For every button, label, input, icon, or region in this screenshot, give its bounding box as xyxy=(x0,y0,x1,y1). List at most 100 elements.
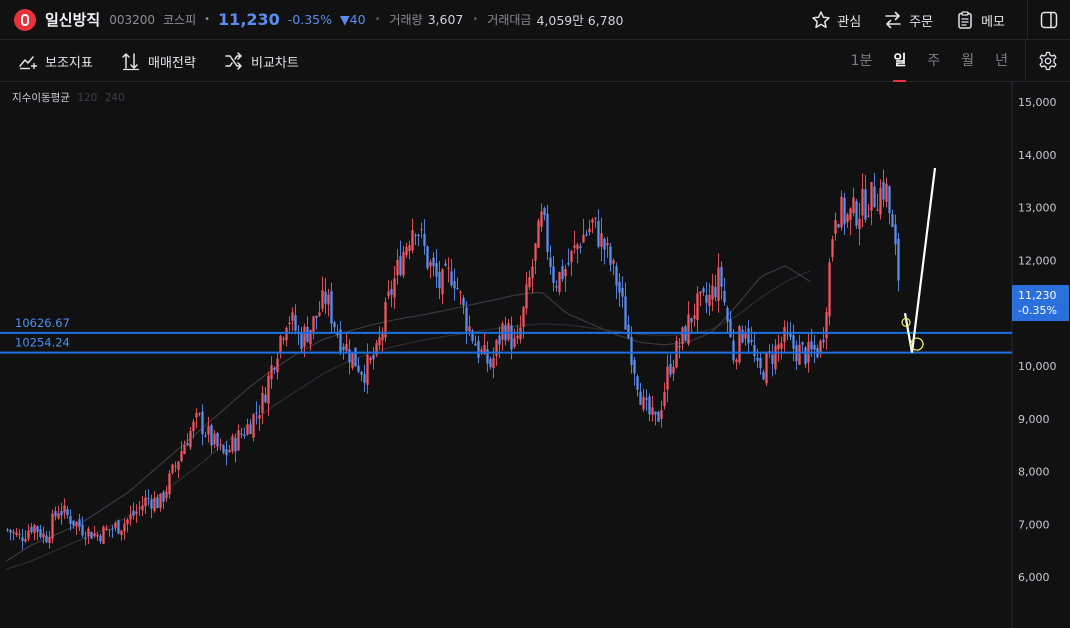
star-icon xyxy=(812,11,830,29)
candle-body xyxy=(15,532,18,535)
candle-body xyxy=(783,327,786,342)
candle-body xyxy=(573,245,576,248)
candle-body xyxy=(264,394,267,403)
memo-button[interactable]: 메모 xyxy=(955,10,1005,30)
price-tag-layer: 11,230 -0.35% xyxy=(1012,285,1069,322)
candle-body xyxy=(474,343,477,346)
candle-body xyxy=(855,201,858,226)
change-diff: ▼40 xyxy=(340,12,366,27)
candle-body xyxy=(363,374,366,383)
candle-body xyxy=(681,327,684,344)
candle-body xyxy=(405,246,408,256)
candle-body xyxy=(192,421,195,432)
chart-toolbar: 보조지표 매매전략 비교차트 1분 일 주 월 년 xyxy=(0,40,1070,82)
candle-body xyxy=(657,412,660,422)
candle-body xyxy=(828,262,831,317)
candle-body xyxy=(78,519,81,527)
candle-body xyxy=(453,281,456,289)
candle-body xyxy=(429,262,432,267)
candle-body xyxy=(645,398,648,400)
candle-body xyxy=(771,354,774,364)
tab-year[interactable]: 년 xyxy=(995,40,1008,82)
tab-week[interactable]: 주 xyxy=(927,40,940,82)
candle-body xyxy=(618,281,621,293)
candle-body xyxy=(63,505,66,513)
strategy-button[interactable]: 매매전략 xyxy=(121,40,196,82)
candle-body xyxy=(252,414,255,438)
candle-body xyxy=(438,272,441,289)
amount-value: 4,059만 6,780 xyxy=(536,13,624,28)
candle-body xyxy=(150,499,153,509)
tab-month[interactable]: 월 xyxy=(961,40,974,82)
horizontal-line-label: 10254.24 xyxy=(15,336,70,350)
header-actions: 관심 주문 메모 xyxy=(811,0,1070,40)
candle-body xyxy=(642,396,645,410)
candle-body xyxy=(231,436,234,452)
amount-label: 거래대금 xyxy=(487,13,532,27)
order-button[interactable]: 주문 xyxy=(883,10,933,30)
tab-day[interactable]: 일 xyxy=(893,40,906,82)
candle-body xyxy=(447,267,450,269)
candle-body xyxy=(51,513,54,539)
candle-body xyxy=(270,365,273,380)
candle-body xyxy=(54,511,57,517)
candle-body xyxy=(120,530,123,536)
price-chart[interactable]: 10626.67 10254.24 15,000 14,000 13,000 12,00… xyxy=(0,82,1070,628)
candle-body xyxy=(513,338,516,347)
candle-body xyxy=(249,424,252,434)
candle-body xyxy=(99,535,102,542)
interest-button[interactable]: 관심 xyxy=(811,10,861,30)
candle-body xyxy=(402,252,405,276)
candle-body xyxy=(636,376,639,390)
period-tabs: 1분 일 주 월 년 xyxy=(830,40,1008,82)
chart-settings-button[interactable] xyxy=(1025,40,1070,82)
candle-body xyxy=(510,325,513,350)
candle-body xyxy=(342,346,345,350)
y-tick-label: 14,000 xyxy=(1018,149,1057,162)
candle-body xyxy=(498,335,501,345)
stock-name[interactable]: 일신방직 xyxy=(45,9,100,30)
candle-body xyxy=(204,435,207,437)
candle-body xyxy=(393,278,396,298)
candle-body xyxy=(567,263,570,265)
compare-button[interactable]: 비교차트 xyxy=(224,40,299,82)
candle-body xyxy=(87,528,90,537)
candle-body xyxy=(654,411,657,415)
shuffle-icon xyxy=(225,52,242,70)
candle-body xyxy=(798,344,801,365)
panel-toggle-button[interactable] xyxy=(1027,0,1070,40)
candle-body xyxy=(72,520,75,526)
candle-body xyxy=(27,530,30,539)
candle-body xyxy=(147,498,150,499)
candle-body xyxy=(489,359,492,367)
candle-body xyxy=(288,322,291,325)
candle-body xyxy=(9,529,12,533)
candle-body xyxy=(222,445,225,453)
candle-body xyxy=(831,239,834,257)
candle-body xyxy=(300,332,303,349)
ma-legend[interactable]: 지수이동평균 120 240 xyxy=(12,90,125,105)
candle-body xyxy=(660,410,663,420)
candle-body xyxy=(588,228,591,233)
interest-label: 관심 xyxy=(837,14,862,30)
candle-body xyxy=(624,296,627,330)
candle-body xyxy=(129,514,132,520)
candle-body xyxy=(591,219,594,223)
candle-body xyxy=(744,333,747,339)
candle-body xyxy=(216,433,219,447)
candle-body xyxy=(423,233,426,247)
candle-body xyxy=(21,537,24,541)
candle-body xyxy=(18,534,21,536)
candle-body xyxy=(858,218,861,229)
tab-minute[interactable]: 1분 xyxy=(851,40,873,82)
candle-body xyxy=(246,424,249,435)
candle-body xyxy=(864,189,867,220)
candle-body xyxy=(537,220,540,248)
candle-body xyxy=(321,290,324,309)
candle-body xyxy=(561,266,564,280)
candle-body xyxy=(756,357,759,361)
market-label: 코스피 xyxy=(163,13,197,27)
candle-body xyxy=(834,220,837,234)
candle-body xyxy=(42,533,45,538)
indicators-button[interactable]: 보조지표 xyxy=(18,40,93,82)
